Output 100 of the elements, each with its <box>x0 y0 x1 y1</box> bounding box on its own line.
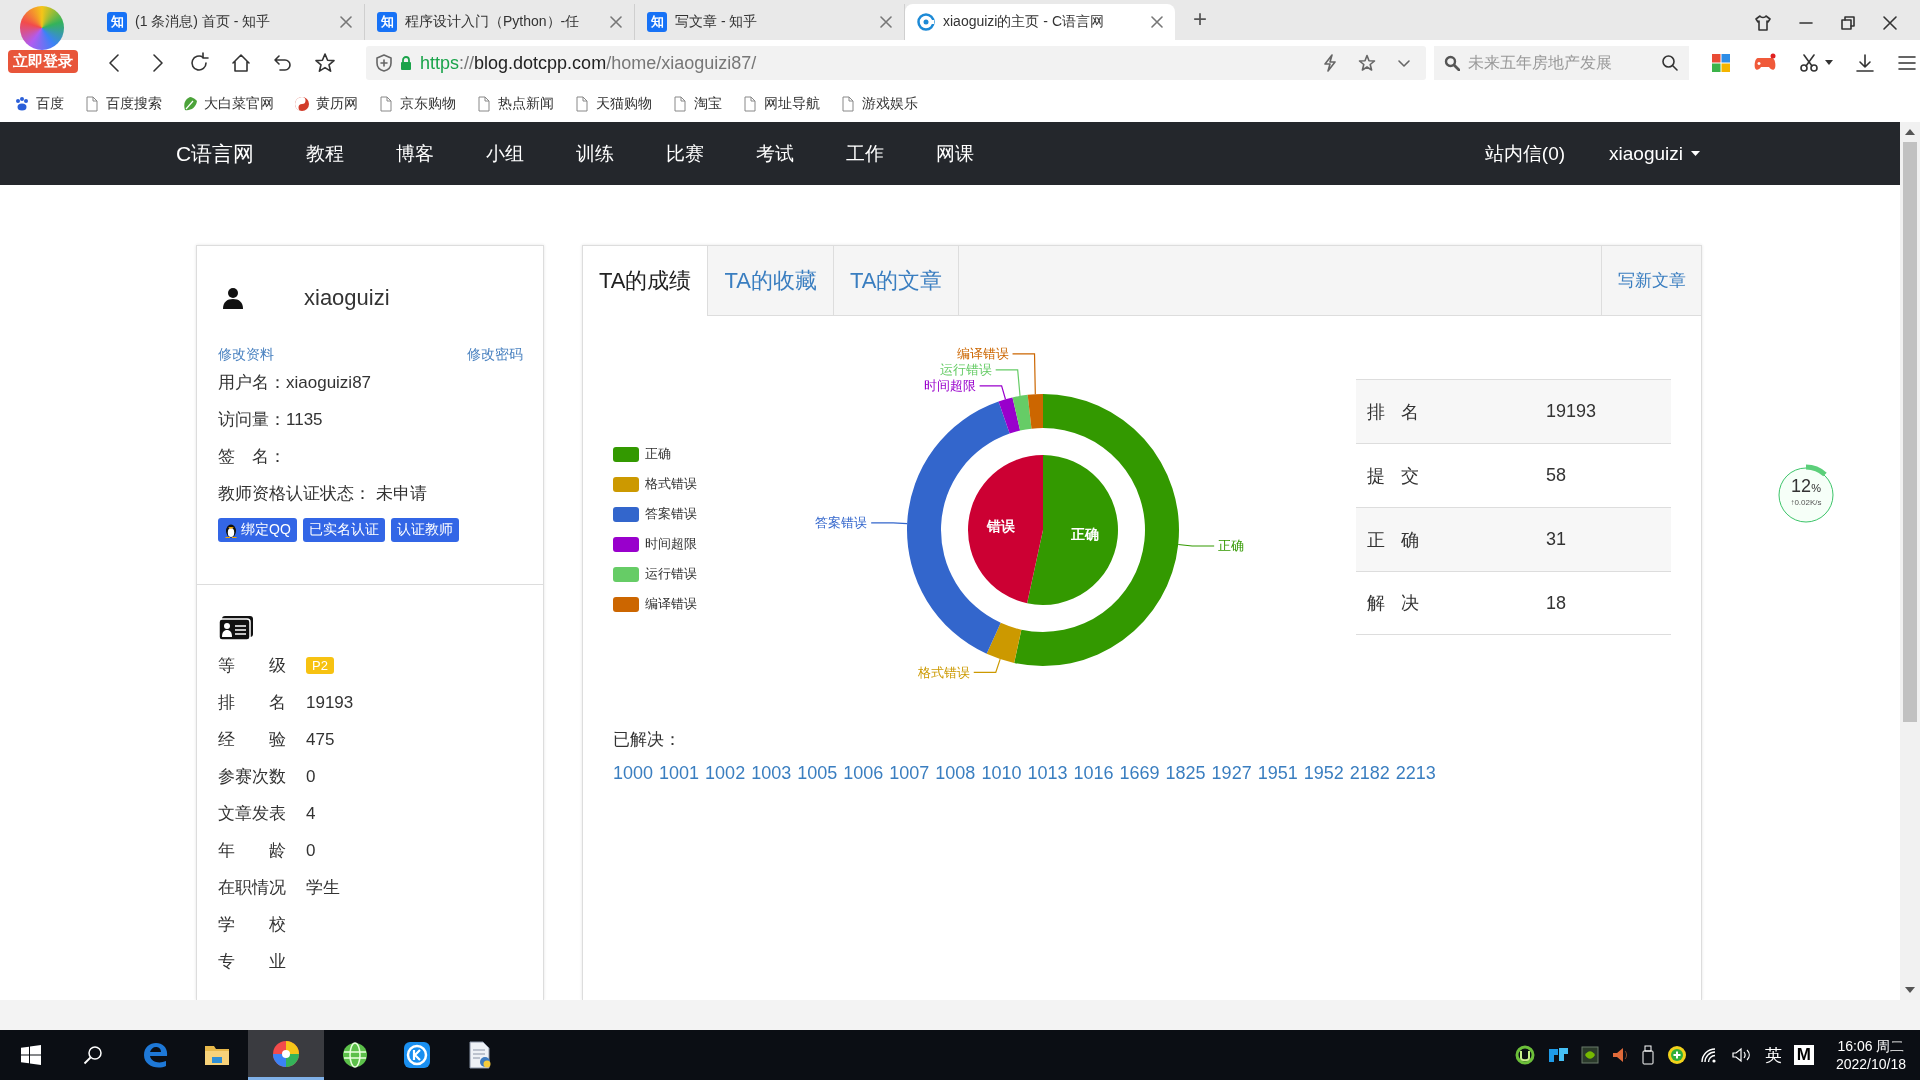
login-badge[interactable]: 立即登录 <box>8 50 78 73</box>
problem-link[interactable]: 1927 <box>1211 763 1252 784</box>
gamepad-icon[interactable] <box>1753 53 1777 73</box>
home-icon[interactable] <box>230 52 252 74</box>
speaker-icon[interactable] <box>1610 1046 1629 1064</box>
nav-link[interactable]: 训练 <box>576 140 615 167</box>
url-text[interactable]: https://blog.dotcpp.com/home/xiaoguizi87/ <box>420 52 757 74</box>
problem-link[interactable]: 1669 <box>1119 763 1160 784</box>
browser-icon[interactable] <box>141 1041 169 1069</box>
user-menu[interactable]: xiaoguizi <box>1609 142 1700 165</box>
pinwheel-icon[interactable] <box>272 1039 300 1068</box>
ring-icon[interactable] <box>1514 1045 1535 1065</box>
leaf-icon <box>182 96 198 112</box>
site-brand[interactable]: C语言网 <box>176 139 255 168</box>
stat-label: 在职情况 <box>218 877 286 899</box>
bookmark-link[interactable]: 黄历网 <box>294 95 358 113</box>
app-icon[interactable] <box>403 1041 431 1069</box>
app-grid-icon[interactable] <box>1711 53 1731 73</box>
problem-link[interactable]: 1013 <box>1027 763 1068 784</box>
clock-time[interactable]: 16:06 周二 <box>1835 1037 1906 1055</box>
scroll-down-icon[interactable] <box>1905 986 1915 994</box>
search-bar[interactable]: 未来五年房地产发展 <box>1434 46 1689 80</box>
nav-link[interactable]: 博客 <box>396 140 435 167</box>
volume-icon[interactable] <box>1730 1046 1753 1064</box>
chip-icon[interactable] <box>1580 1046 1599 1064</box>
problem-link[interactable]: 1007 <box>889 763 930 784</box>
input-language[interactable]: 英 <box>1764 1043 1782 1067</box>
slice-label: 编译错误 <box>956 346 1009 362</box>
profile-link[interactable]: 修改密码 <box>467 346 523 364</box>
input-mode[interactable]: M <box>1793 1045 1814 1065</box>
profile-tab[interactable]: TA的成绩 <box>583 246 709 316</box>
problem-link[interactable]: 1002 <box>705 763 746 784</box>
nav-link[interactable]: 比赛 <box>666 140 705 167</box>
problem-link[interactable]: 1005 <box>797 763 838 784</box>
bookmark-link[interactable]: 大白菜官网 <box>182 95 274 113</box>
download-icon[interactable] <box>1855 53 1875 73</box>
windows-start-icon[interactable] <box>21 1045 41 1065</box>
verify-badge[interactable]: 绑定QQ <box>218 518 297 542</box>
reload-icon[interactable] <box>188 52 210 74</box>
scroll-up-icon[interactable] <box>1905 128 1915 136</box>
nav-link[interactable]: 小组 <box>486 140 525 167</box>
scrollbar[interactable] <box>1900 122 1920 1000</box>
nav-link[interactable]: 工作 <box>846 140 885 167</box>
usb-drive-icon[interactable] <box>1640 1045 1655 1065</box>
tiles-icon[interactable] <box>1546 1046 1569 1064</box>
lightning-icon[interactable] <box>1322 54 1338 72</box>
shirt-icon[interactable] <box>1754 14 1772 32</box>
bookmark-link[interactable]: 热点新闻 <box>476 95 554 113</box>
bookmark-link[interactable]: 网址导航 <box>742 95 820 113</box>
profile-tab[interactable]: TA的收藏 <box>708 246 834 315</box>
clock-date[interactable]: 2022/10/18 <box>1835 1055 1906 1073</box>
result-value: 18 <box>1546 592 1567 614</box>
bookmark-link[interactable]: 百度搜索 <box>84 95 162 113</box>
restore-icon[interactable] <box>1840 15 1856 31</box>
bookmark-link[interactable]: 淘宝 <box>672 95 722 113</box>
address-bar[interactable]: https://blog.dotcpp.com/home/xiaoguizi87/ <box>366 46 1426 80</box>
search-input[interactable]: 未来五年房地产发展 <box>1466 53 1655 73</box>
nav-link[interactable]: 考试 <box>756 140 795 167</box>
problem-link[interactable]: 1825 <box>1165 763 1206 784</box>
profile-link[interactable]: 修改资料 <box>218 346 274 364</box>
problem-link[interactable]: 1951 <box>1257 763 1298 784</box>
star-icon[interactable] <box>314 52 336 74</box>
caret-icon[interactable] <box>1825 60 1833 66</box>
problem-link[interactable]: 1000 <box>613 763 654 784</box>
problem-link[interactable]: 1008 <box>935 763 976 784</box>
verify-badge[interactable]: 已实名认证 <box>302 518 385 542</box>
bookmark-link[interactable]: 游戏娱乐 <box>840 95 918 113</box>
globe-icon[interactable] <box>341 1041 369 1069</box>
undo-icon[interactable] <box>272 52 294 74</box>
plus-icon[interactable] <box>1666 1045 1687 1065</box>
problem-link[interactable]: 1001 <box>659 763 700 784</box>
nav-link[interactable]: 教程 <box>306 140 345 167</box>
browser-tab[interactable]: xiaoguizi的主页 - C语言网 <box>905 4 1175 40</box>
menu-icon[interactable] <box>1897 53 1917 73</box>
problem-link[interactable]: 1006 <box>843 763 884 784</box>
browser-logo-icon[interactable] <box>20 6 64 50</box>
bookmark-link[interactable]: 天猫购物 <box>574 95 652 113</box>
speed-widget[interactable]: 12% ↑0.02K/s <box>1775 464 1837 526</box>
stat-value: 475 <box>306 729 335 750</box>
profile-tab[interactable]: TA的文章 <box>833 246 960 315</box>
new-tab-button[interactable]: + <box>1175 4 1221 40</box>
bookmark-link[interactable]: 百度 <box>14 95 64 113</box>
problem-link[interactable]: 1952 <box>1303 763 1344 784</box>
bookmark-link[interactable]: 京东购物 <box>378 95 456 113</box>
verify-badge[interactable]: 认证教师 <box>390 518 459 542</box>
scrollbar-thumb[interactable] <box>1903 142 1917 722</box>
nav-link[interactable]: 网课 <box>936 140 975 167</box>
problem-link[interactable]: 2213 <box>1395 763 1436 784</box>
problem-link[interactable]: 1010 <box>981 763 1022 784</box>
problem-link[interactable]: 1003 <box>751 763 792 784</box>
messages-link[interactable]: 站内信(0) <box>1484 140 1566 167</box>
scissors-icon[interactable] <box>1799 53 1819 73</box>
search-icon[interactable] <box>1661 54 1679 72</box>
close-icon[interactable] <box>1151 16 1163 28</box>
search-icon[interactable] <box>83 1045 103 1065</box>
problem-link[interactable]: 1016 <box>1073 763 1114 784</box>
star-icon[interactable] <box>1358 54 1376 72</box>
penguin-icon <box>224 522 238 538</box>
close-icon[interactable] <box>1882 15 1898 31</box>
problem-link[interactable]: 2182 <box>1349 763 1390 784</box>
